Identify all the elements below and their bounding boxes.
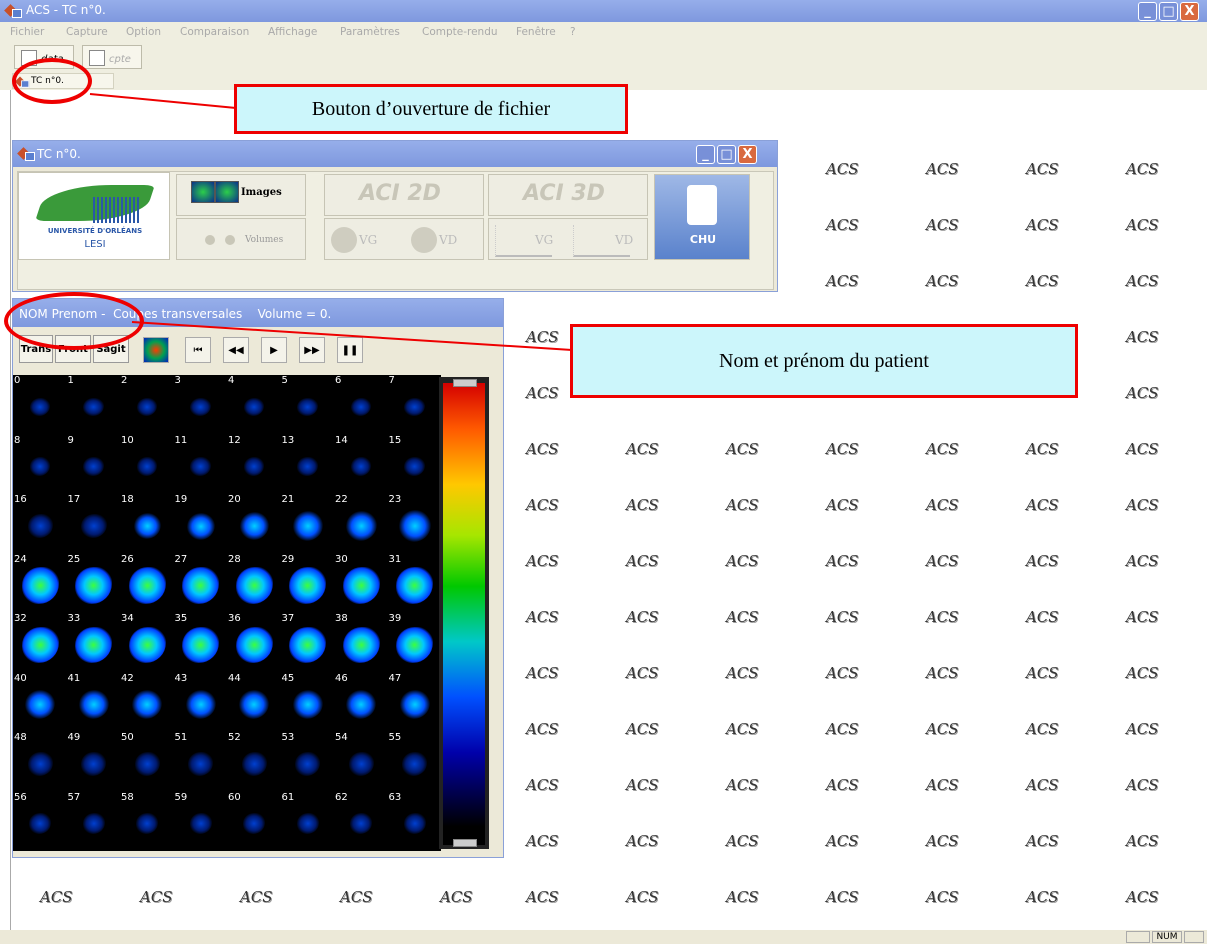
file-button-callout: Bouton d’ouverture de fichier (234, 84, 628, 134)
status-bar: NUM (0, 930, 1207, 944)
patient-name-highlight-ring (4, 292, 144, 350)
annotation-lines (89, 93, 573, 351)
num-lock-indicator: NUM (1152, 931, 1182, 943)
status-cell (1184, 931, 1204, 943)
status-cell (1126, 931, 1150, 943)
patient-name-callout: Nom et prénom du patient (570, 324, 1078, 398)
